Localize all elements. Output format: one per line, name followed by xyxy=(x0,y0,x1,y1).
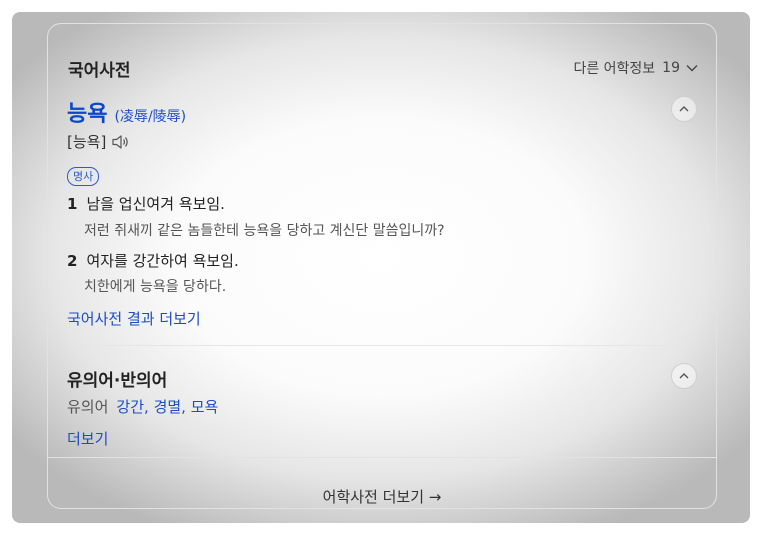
other-language-info-button[interactable]: 다른 어학정보 19 xyxy=(573,58,698,78)
chevron-up-icon xyxy=(679,373,689,379)
sense-text: 여자를 강간하여 욕보임. xyxy=(86,252,239,270)
sense-number: 1 xyxy=(67,195,78,213)
footer-divider xyxy=(48,457,716,458)
sense-definition: 1 남을 업신여겨 욕보임. xyxy=(67,193,225,214)
sense-definition: 2 여자를 강간하여 욕보임. xyxy=(67,250,239,271)
sense-text: 남을 업신여겨 욕보임. xyxy=(86,195,225,213)
synonym-link[interactable]: 모욕 xyxy=(191,398,219,416)
sense-example: 저런 쥐새끼 같은 놈들한테 능욕을 당하고 계신단 말씀입니까? xyxy=(84,223,445,239)
chevron-up-icon xyxy=(679,106,689,112)
collapse-entry-button[interactable] xyxy=(671,96,697,122)
language-dictionary-more-link[interactable]: 어학사전 더보기 → xyxy=(48,486,716,507)
other-language-info-count: 19 xyxy=(662,60,680,76)
section-divider xyxy=(67,345,697,346)
section-title-synonyms: 유의어·반의어 xyxy=(67,371,168,391)
part-of-speech-badge: 명사 xyxy=(67,167,100,186)
synonyms-more-link[interactable]: 더보기 xyxy=(67,428,108,449)
hanja[interactable]: (凌辱/陵辱) xyxy=(114,106,186,126)
synonym-label: 유의어 xyxy=(67,398,109,416)
sense-example: 치한에게 능욕을 당하다. xyxy=(84,279,227,295)
synonym-link[interactable]: 경멸 xyxy=(154,398,182,416)
sense-number: 2 xyxy=(67,252,78,270)
synonym-list: 강간, 경멸, 모욕 xyxy=(116,398,219,416)
other-language-info-label: 다른 어학정보 xyxy=(573,61,656,77)
pronunciation: [능욕] xyxy=(67,133,107,151)
synonym-row: 유의어 강간, 경멸, 모욕 xyxy=(67,396,218,417)
collapse-synonyms-button[interactable] xyxy=(671,363,697,389)
dictionary-more-link[interactable]: 국어사전 결과 더보기 xyxy=(67,308,201,329)
headword[interactable]: 능욕 xyxy=(67,96,107,128)
backdrop: 국어사전 다른 어학정보 19 능욕 (凌辱/陵辱) [능욕] 명사 1 남을 … xyxy=(12,12,750,523)
synonym-link[interactable]: 강간 xyxy=(116,398,144,416)
chevron-down-icon xyxy=(686,65,698,72)
dictionary-card: 국어사전 다른 어학정보 19 능욕 (凌辱/陵辱) [능욕] 명사 1 남을 … xyxy=(47,23,717,509)
section-title-korean-dictionary: 국어사전 xyxy=(68,61,131,81)
speaker-icon[interactable] xyxy=(111,134,130,150)
pronunciation-row: [능욕] xyxy=(67,131,130,152)
headword-row: 능욕 (凌辱/陵辱) xyxy=(67,96,186,128)
